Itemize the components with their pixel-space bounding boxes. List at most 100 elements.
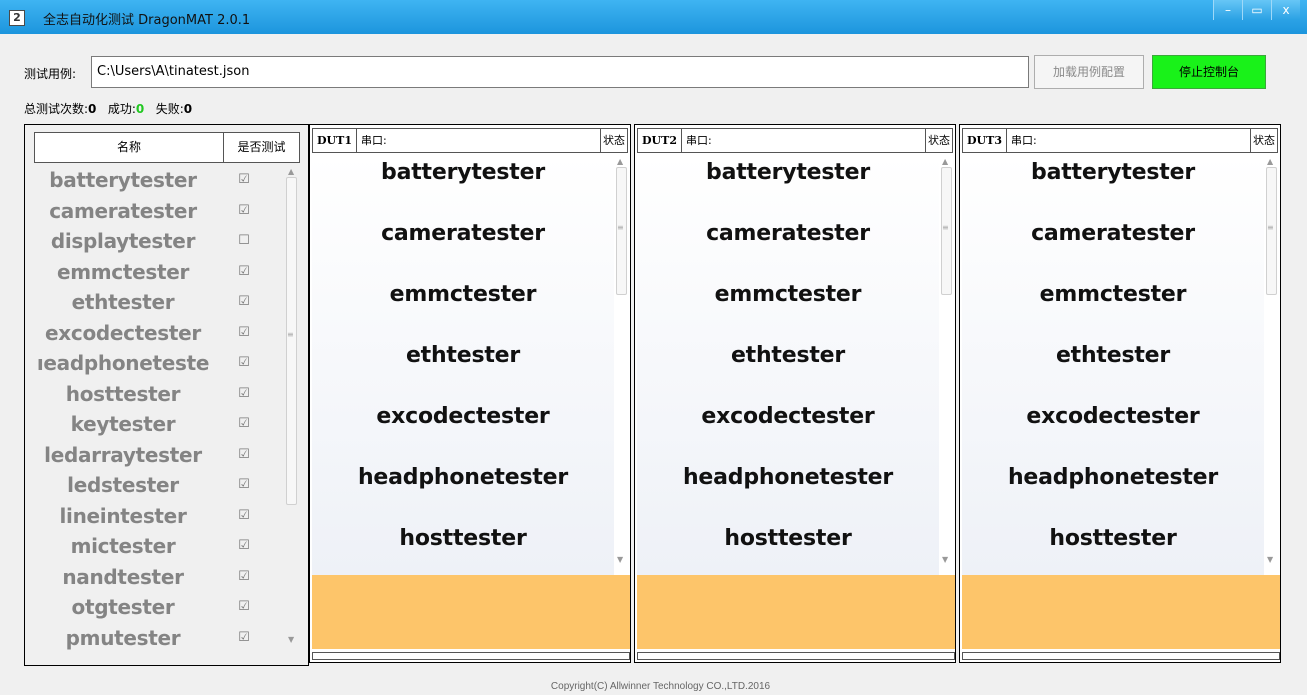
case-list-row[interactable]: otgtester ☑ [25, 592, 295, 623]
load-config-button[interactable]: 加载用例配置 [1034, 55, 1144, 89]
dut-test-item: hosttester [724, 526, 852, 551]
dut-header: DUT2 串口: 状态 [637, 128, 953, 153]
maximize-button[interactable]: ▭ [1242, 0, 1271, 20]
dut-test-item: excodectester [376, 404, 550, 429]
checked-checkbox-icon[interactable]: ☑ [237, 417, 251, 431]
case-list-row[interactable]: ıeadphoneteste ☑ [25, 348, 295, 379]
dut-scrollbar[interactable]: ▲ ≡ ▼ [614, 155, 630, 573]
dut-test-item: cameratester [706, 221, 870, 246]
scroll-up-icon[interactable]: ▲ [617, 157, 623, 166]
dut-result-area [962, 575, 1280, 649]
dut-header: DUT3 串口: 状态 [962, 128, 1278, 153]
dut-id-label: DUT1 [313, 129, 357, 152]
case-list-row[interactable]: pmutester ☑ [25, 623, 295, 654]
dut-scrollbar[interactable]: ▲ ≡ ▼ [1264, 155, 1280, 573]
case-path-input[interactable]: C:\Users\A\tinatest.json [91, 56, 1029, 88]
checked-checkbox-icon[interactable]: ☑ [237, 447, 251, 462]
checked-checkbox-icon[interactable]: ☑ [237, 539, 251, 553]
checked-checkbox-icon[interactable]: ☑ [237, 264, 251, 279]
case-list-row[interactable]: excodectester ☑ [25, 318, 295, 349]
dut-status-label: 状态 [602, 134, 625, 147]
scroll-down-icon[interactable]: ▼ [617, 555, 623, 564]
scroll-up-icon[interactable]: ▲ [288, 167, 294, 176]
dut-panel-3: DUT3 串口: 状态 batterytester cameratester emmcte… [959, 124, 1281, 663]
dut-test-item: batterytester [381, 160, 545, 185]
column-header-test[interactable]: 是否测试 [224, 133, 299, 162]
unchecked-checkbox-icon[interactable]: ☐ [237, 234, 251, 248]
case-list-row[interactable]: emmctester ☑ [25, 257, 295, 288]
case-name: mictester [70, 534, 176, 559]
checked-checkbox-icon[interactable]: ☑ [237, 295, 251, 309]
checked-checkbox-icon[interactable]: ☑ [237, 386, 251, 401]
dut-panel-2: DUT2 串口: 状态 batterytester cameratester emmcte… [634, 124, 956, 663]
case-name: displaytester [50, 229, 196, 254]
checked-checkbox-icon[interactable]: ☑ [237, 508, 251, 523]
main-client-area: 测试用例: C:\Users\A\tinatest.json 加载用例配置 停止… [7, 34, 1300, 695]
case-list-row[interactable]: lineintester ☑ [25, 501, 295, 532]
fail-value: 0 [183, 102, 193, 116]
scroll-up-icon[interactable]: ▲ [1267, 157, 1273, 166]
scroll-up-icon[interactable]: ▲ [942, 157, 948, 166]
window-title: 全志自动化测试 DragonMAT 2.0.1 [43, 13, 251, 28]
scroll-down-icon[interactable]: ▼ [288, 635, 294, 644]
case-name: nandtester [62, 564, 184, 589]
dut-result-area [312, 575, 630, 649]
case-list-row[interactable]: ethtester ☑ [25, 287, 295, 318]
case-name: ethtester [71, 290, 175, 315]
dut-progress-bar [962, 652, 1280, 660]
case-name: ledarraytester [44, 442, 202, 467]
dut-progress-bar [637, 652, 955, 660]
checked-checkbox-icon[interactable]: ☑ [237, 203, 251, 218]
case-list-row[interactable]: keytester ☑ [25, 409, 295, 440]
case-label: 测试用例: [24, 67, 77, 81]
case-list-header: 名称 是否测试 [34, 132, 300, 163]
serial-port-field[interactable]: 串口: [357, 129, 601, 152]
scroll-down-icon[interactable]: ▼ [1267, 555, 1273, 564]
total-label: 总测试次数: [24, 102, 89, 116]
dut-test-item: excodectester [1026, 404, 1200, 429]
checked-checkbox-icon[interactable]: ☑ [237, 600, 251, 614]
case-name: batterytester [49, 168, 197, 193]
dut-scrollbar[interactable]: ▲ ≡ ▼ [939, 155, 955, 573]
case-list-row[interactable]: ledstester ☑ [25, 470, 295, 501]
checked-checkbox-icon[interactable]: ☑ [237, 325, 251, 340]
case-list-row[interactable]: ledarraytester ☑ [25, 440, 295, 471]
checked-checkbox-icon[interactable]: ☑ [237, 356, 251, 370]
dut-test-list: batterytester cameratester emmctester ethte… [312, 155, 614, 575]
case-list-row[interactable]: nandtester ☑ [25, 562, 295, 593]
scroll-grip-icon: ≡ [617, 223, 624, 232]
fail-label: 失败: [155, 102, 184, 116]
dut-test-item: emmctester [714, 282, 862, 307]
serial-port-field[interactable]: 串口: [682, 129, 926, 152]
case-list-row[interactable]: batterytester ☑ [25, 165, 295, 196]
app-icon: 2 [9, 10, 25, 26]
dut-id-label: DUT2 [638, 129, 682, 152]
scroll-down-icon[interactable]: ▼ [942, 555, 948, 564]
minimize-button[interactable]: – [1213, 0, 1242, 20]
case-list-row[interactable]: mictester ☑ [25, 531, 295, 562]
column-header-name[interactable]: 名称 [35, 133, 224, 162]
dut-test-list: batterytester cameratester emmctester ethte… [962, 155, 1264, 575]
window-controls: – ▭ x [1213, 0, 1300, 22]
checked-checkbox-icon[interactable]: ☑ [237, 173, 251, 187]
case-name: keytester [70, 412, 176, 437]
case-name: otgtester [71, 595, 175, 620]
case-name: ledstester [67, 473, 179, 498]
checked-checkbox-icon[interactable]: ☑ [237, 630, 251, 645]
checked-checkbox-icon[interactable]: ☑ [237, 569, 251, 584]
case-name: excodectester [45, 320, 201, 345]
dut-test-item: ethtester [1055, 343, 1171, 368]
stop-console-button[interactable]: 停止控制台 [1152, 55, 1266, 89]
case-list-scrollbar[interactable]: ▲ ≡ ▼ [284, 165, 301, 660]
case-list-row[interactable]: hosttester ☑ [25, 379, 295, 410]
scroll-thumb[interactable] [286, 177, 297, 505]
close-button[interactable]: x [1271, 0, 1300, 20]
success-value: 0 [135, 102, 145, 116]
case-list-rows: batterytester ☑ cameratester ☑ displaytester… [25, 165, 295, 665]
checked-checkbox-icon[interactable]: ☑ [237, 478, 251, 492]
case-list-row[interactable]: cameratester ☑ [25, 196, 295, 227]
dut-test-item: hosttester [399, 526, 527, 551]
case-list-row[interactable]: displaytester ☐ [25, 226, 295, 257]
dut-test-item: headphonetester [682, 465, 894, 490]
serial-port-field[interactable]: 串口: [1007, 129, 1251, 152]
